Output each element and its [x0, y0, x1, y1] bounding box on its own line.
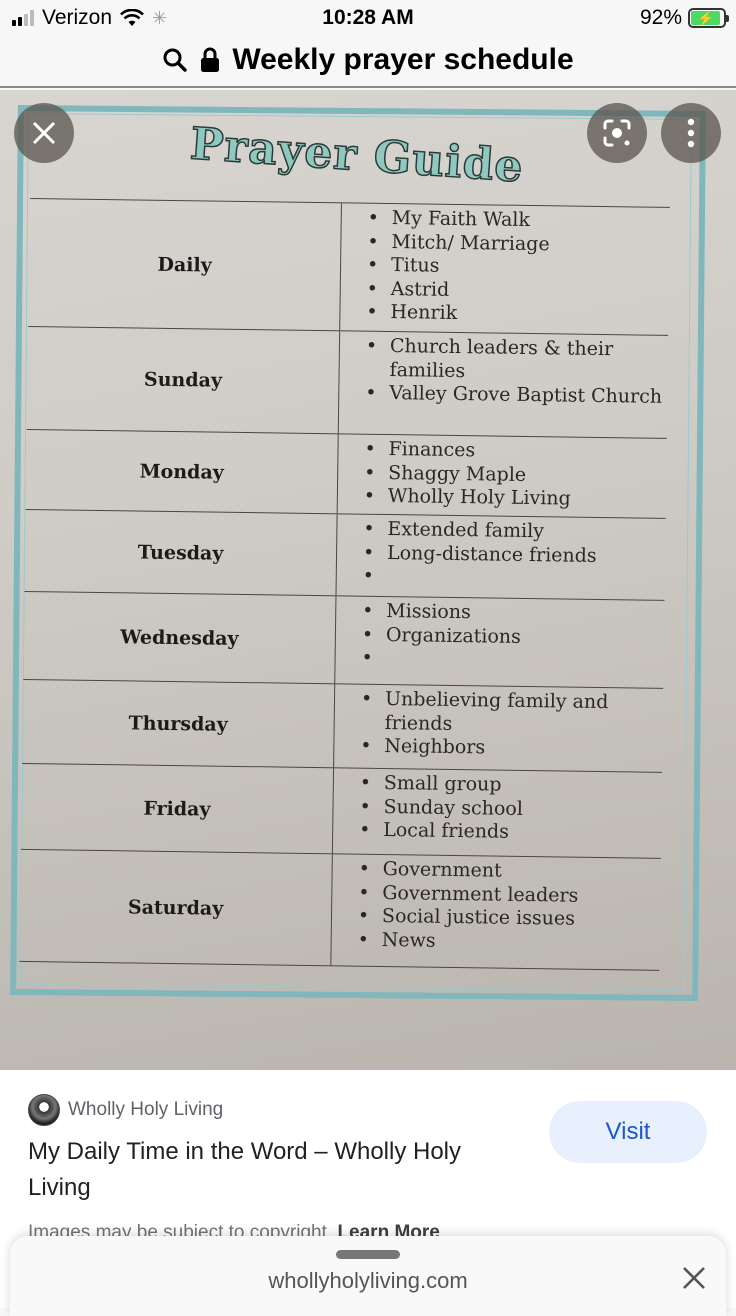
page-title: Weekly prayer schedule	[232, 43, 574, 76]
table-row: FridaySmall groupSunday schoolLocal frie…	[20, 762, 663, 858]
table-row: SundayChurch leaders & their familiesVal…	[26, 325, 669, 438]
prayer-items-list: GovernmentGovernment leadersSocial justi…	[331, 854, 661, 970]
table-row: TuesdayExtended familyLong-distance frie…	[24, 508, 666, 600]
status-bar: Verizon ✳ 10:28 AM 92% ⚡	[0, 0, 736, 36]
site-favicon-icon	[28, 1094, 60, 1126]
search-title-bar[interactable]: Weekly prayer schedule	[0, 34, 736, 88]
prayer-items-list: Small groupSunday schoolLocal friends	[333, 768, 662, 858]
source-name: Wholly Holy Living	[68, 1099, 224, 1120]
source-link[interactable]: Wholly Holy Living	[28, 1094, 223, 1126]
prayer-item: Valley Grove Baptist Church	[365, 382, 667, 410]
prayer-items-list: FinancesShaggy MapleWholly Holy Living	[338, 434, 667, 518]
lock-icon	[201, 47, 220, 72]
prayer-item: Unbelieving family and friends	[361, 688, 664, 739]
prayer-item: Long-distance friends	[363, 541, 665, 569]
search-icon	[163, 48, 188, 72]
day-label: Daily	[28, 198, 342, 331]
drag-handle[interactable]	[336, 1250, 400, 1259]
clock: 10:28 AM	[322, 6, 414, 29]
prayer-table: DailyMy Faith WalkMitch/ MarriageTitusAs…	[19, 198, 670, 971]
prayer-items-list: Unbelieving family and friendsNeighbors	[334, 684, 663, 772]
day-label: Saturday	[19, 849, 333, 966]
close-sheet-icon[interactable]	[682, 1266, 706, 1290]
more-options-icon	[687, 118, 695, 148]
table-row: DailyMy Faith WalkMitch/ MarriageTitusAs…	[28, 198, 670, 335]
result-title-link[interactable]: My Daily Time in the Word – Wholly Holy …	[28, 1134, 528, 1206]
day-label: Thursday	[22, 679, 336, 768]
prayer-item: Local friends	[359, 819, 661, 847]
battery-percent: 92%	[639, 6, 682, 29]
site-url[interactable]: whollyholyliving.com	[10, 1268, 726, 1294]
prayer-items-list: Extended familyLong-distance friends	[336, 514, 665, 600]
prayer-item: Henrik	[366, 301, 668, 329]
prayer-item: Neighbors	[360, 735, 662, 763]
table-row: MondayFinancesShaggy MapleWholly Holy Li…	[25, 428, 667, 518]
more-options-button[interactable]	[661, 103, 721, 163]
table-row: WednesdayMissionsOrganizations	[23, 590, 665, 688]
prayer-items-list: My Faith WalkMitch/ MarriageTitusAstridH…	[340, 203, 670, 335]
day-label: Monday	[25, 429, 339, 514]
lens-search-button[interactable]	[587, 103, 647, 163]
day-label: Wednesday	[23, 591, 337, 684]
close-icon	[32, 121, 56, 145]
url-bottom-sheet[interactable]: whollyholyliving.com	[10, 1236, 726, 1316]
table-row: SaturdayGovernmentGovernment leadersSoci…	[19, 848, 661, 971]
prayer-items-list: Church leaders & their familiesValley Gr…	[339, 331, 668, 438]
day-label: Tuesday	[24, 509, 338, 596]
visit-button[interactable]: Visit	[549, 1101, 707, 1163]
prayer-item: News	[358, 928, 660, 956]
lens-search-icon	[603, 119, 631, 147]
image-preview[interactable]: Prayer Guide DailyMy Faith WalkMitch/ Ma…	[0, 90, 736, 1070]
prayer-items-list: MissionsOrganizations	[335, 596, 664, 688]
day-label: Friday	[20, 763, 335, 854]
table-row: ThursdayUnbelieving family and friendsNe…	[22, 678, 664, 772]
battery-charging-icon: ⚡	[688, 8, 729, 28]
day-label: Sunday	[26, 326, 341, 434]
prayer-item: Organizations	[362, 623, 664, 651]
prayer-item: Wholly Holy Living	[364, 485, 666, 513]
close-image-button[interactable]	[14, 103, 74, 163]
prayer-item: Church leaders & their families	[365, 335, 668, 386]
